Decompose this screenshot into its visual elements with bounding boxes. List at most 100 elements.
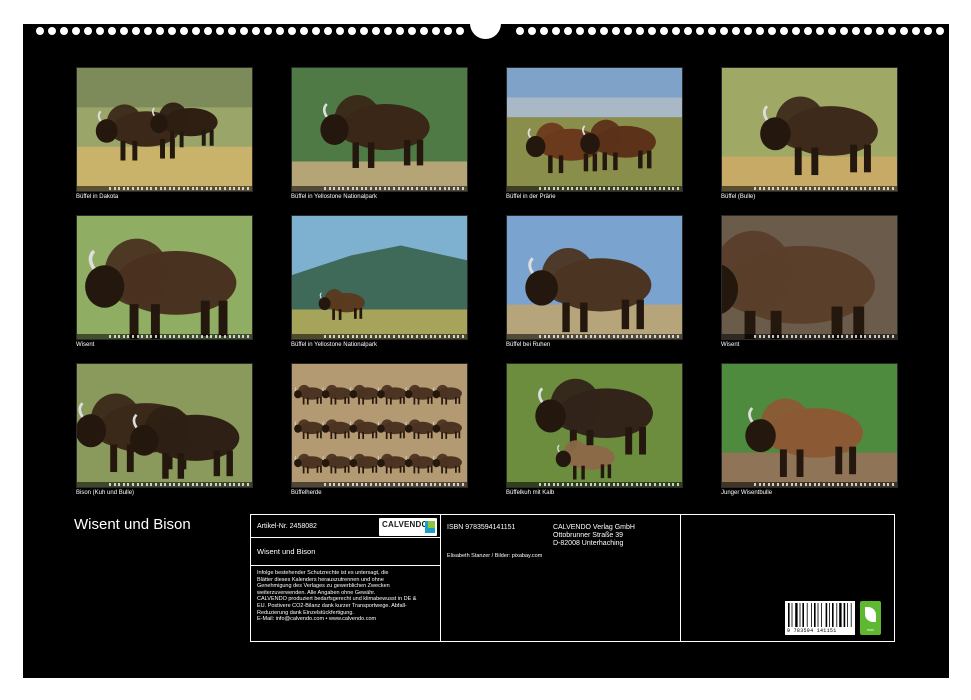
binding-hole — [792, 27, 800, 35]
publisher-address: CALVENDO Verlag GmbH Ottobrunner Straße 3… — [553, 524, 635, 548]
month-day-strip — [507, 334, 682, 339]
binding-hole — [384, 27, 392, 35]
photo-caption: Büffel in Yellostone Nationalpark — [291, 342, 377, 348]
info-divider — [680, 515, 681, 641]
binding-hole — [840, 27, 848, 35]
photo-caption: Büffel bei Ruhen — [506, 342, 551, 348]
binding-hole — [420, 27, 428, 35]
article-number: Artikel-Nr. 2458082 — [257, 523, 317, 530]
legal-line: EU. Postivere CO2-Bilanz dank kurzer Tra… — [257, 602, 407, 609]
binding-hole — [432, 27, 440, 35]
publisher-line: D-82008 Unterhaching — [553, 540, 624, 547]
binding-hole — [756, 27, 764, 35]
binding-hole — [312, 27, 320, 35]
binding-hole — [60, 27, 68, 35]
binding-hole — [264, 27, 272, 35]
month-day-strip — [722, 482, 897, 487]
binding-hole — [276, 27, 284, 35]
legal-line: Reduzierung dank Einzelstückfertigung. — [257, 609, 354, 616]
legal-line: Genehmigung des Verlages zu gewerblichen… — [257, 583, 390, 590]
binding-hole — [924, 27, 932, 35]
photo-caption: Wisent — [721, 342, 740, 348]
binding-hole — [204, 27, 212, 35]
photo-caption: Büffelkuh mit Kalb — [506, 490, 555, 496]
binding-hole — [564, 27, 572, 35]
binding-hole — [348, 27, 356, 35]
legal-line: E-Mail: info@calvendo.com • www.calvendo… — [257, 616, 377, 623]
logo-name: CALVENDO — [382, 520, 428, 529]
binding-hole — [240, 27, 248, 35]
binding-hole — [696, 27, 704, 35]
binding-hole — [684, 27, 692, 35]
binding-hole — [228, 27, 236, 35]
photo-caption: Büffelherde — [291, 490, 322, 496]
binding-hole — [732, 27, 740, 35]
binding-hole — [720, 27, 728, 35]
binding-hole — [372, 27, 380, 35]
binding-hole — [180, 27, 188, 35]
month-photo — [721, 215, 898, 340]
binding-hole — [84, 27, 92, 35]
binding-hole — [96, 27, 104, 35]
binding-hole — [660, 27, 668, 35]
month-day-strip — [77, 482, 252, 487]
binding-hole — [132, 27, 140, 35]
binding-hole — [192, 27, 200, 35]
month-photo — [721, 67, 898, 192]
binding-hole — [168, 27, 176, 35]
legal-line: Infolge bestehender Schutzrechte ist es … — [257, 570, 389, 576]
binding-hole — [324, 27, 332, 35]
binding-hole — [780, 27, 788, 35]
binding-hole — [708, 27, 716, 35]
publisher-line: CALVENDO Verlag GmbH — [553, 524, 635, 531]
binding-hole — [912, 27, 920, 35]
month-day-strip — [722, 334, 897, 339]
binding-hole — [516, 27, 524, 35]
month-day-strip — [77, 334, 252, 339]
binding-hole — [744, 27, 752, 35]
info-divider — [440, 515, 441, 641]
binding-hole — [852, 27, 860, 35]
month-day-strip — [507, 186, 682, 191]
binding-hole — [828, 27, 836, 35]
isbn: ISBN 9783594141151 — [447, 524, 516, 531]
month-photo — [506, 215, 683, 340]
photo-caption: Wisent — [76, 342, 95, 348]
legal-line: weiterzuverwenden. Alle Angaben ohne Gew… — [257, 589, 376, 596]
photo-caption: Büffel in Yellostone Nationalpark — [291, 194, 377, 200]
month-day-strip — [77, 186, 252, 191]
binding-hole — [636, 27, 644, 35]
calvendo-logo: CALVENDO — [379, 518, 437, 536]
binding-hole — [624, 27, 632, 35]
publisher-line: Ottobrunner Straße 39 — [553, 532, 624, 539]
month-photo — [76, 215, 253, 340]
month-photo — [506, 67, 683, 192]
binding-hole — [48, 27, 56, 35]
binding-hole — [456, 27, 464, 35]
binding-hole — [648, 27, 656, 35]
binding-hole — [888, 27, 896, 35]
barcode: 9 783594 141151 — [785, 601, 855, 635]
binding-hole — [360, 27, 368, 35]
month-day-strip — [292, 482, 467, 487]
binding-hole — [72, 27, 80, 35]
photo-caption: Junger Wisentbulle — [721, 490, 773, 496]
month-day-strip — [722, 186, 897, 191]
binding-hole — [576, 27, 584, 35]
legal-line: Blätter dieses Kalenders herauszutrennen… — [257, 576, 384, 583]
month-day-strip — [507, 482, 682, 487]
binding-hole — [864, 27, 872, 35]
info-divider — [251, 565, 440, 566]
barcode-number: 9 783594 141151 — [787, 628, 837, 634]
binding-hole — [144, 27, 152, 35]
binding-hole — [876, 27, 884, 35]
binding-hole — [120, 27, 128, 35]
legal-line: CALVENDO produziert bedarfsgerecht und k… — [257, 596, 417, 603]
month-photo — [721, 363, 898, 488]
binding-hole — [804, 27, 812, 35]
binding-hole — [672, 27, 680, 35]
photo-caption: Büffel in der Prärie — [506, 194, 556, 200]
binding-hole — [288, 27, 296, 35]
binding-hole — [156, 27, 164, 35]
binding-hole — [540, 27, 548, 35]
